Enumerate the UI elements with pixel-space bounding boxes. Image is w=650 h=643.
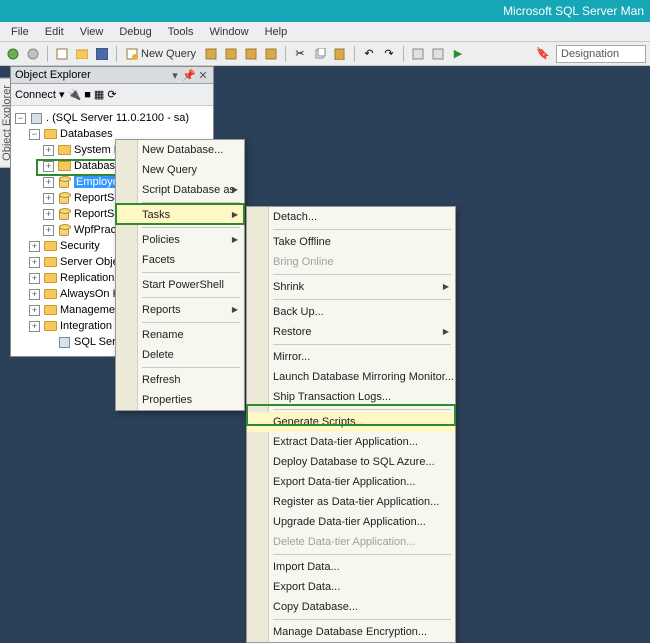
ctx-properties[interactable]: Properties (116, 390, 244, 410)
find-icon[interactable]: 🔖 (534, 45, 552, 63)
undo-icon[interactable]: ↶ (360, 45, 378, 63)
ctx-reports[interactable]: Reports (116, 300, 244, 320)
objexp-tb-3[interactable]: ▦ (94, 88, 104, 101)
ctx-tasks[interactable]: Tasks (116, 205, 244, 225)
menu-file[interactable]: File (4, 24, 36, 40)
objexp-toolbar: Connect ▾ 🔌 ■ ▦ ⟳ (11, 84, 213, 106)
task-generate-scripts[interactable]: Generate Scripts... (247, 412, 455, 432)
back-button[interactable] (4, 45, 22, 63)
tb-icon-4[interactable] (262, 45, 280, 63)
close-icon[interactable]: ✕ (197, 69, 209, 81)
ctx-powershell[interactable]: Start PowerShell (116, 275, 244, 295)
save-icon[interactable] (93, 45, 111, 63)
find-combo[interactable]: Designation (556, 45, 646, 63)
task-shrink[interactable]: Shrink (247, 277, 455, 297)
dropdown-icon[interactable]: ▾ (169, 69, 181, 81)
panel-caption: Object Explorer ▾ 📌 ✕ (11, 67, 213, 84)
task-import-data[interactable]: Import Data... (247, 557, 455, 577)
open-icon[interactable] (73, 45, 91, 63)
menu-debug[interactable]: Debug (112, 24, 158, 40)
task-manage-encryption[interactable]: Manage Database Encryption... (247, 622, 455, 642)
menu-window[interactable]: Window (202, 24, 255, 40)
objexp-tb-1[interactable]: 🔌 (68, 88, 82, 101)
forward-button[interactable] (24, 45, 42, 63)
ctx-policies[interactable]: Policies (116, 230, 244, 250)
app-title: Microsoft SQL Server Man (503, 4, 644, 18)
task-mirror[interactable]: Mirror... (247, 347, 455, 367)
tb-icon-2[interactable] (222, 45, 240, 63)
ctx-script-database[interactable]: Script Database as (116, 180, 244, 200)
menubar: File Edit View Debug Tools Window Help (0, 22, 650, 42)
ctx-refresh[interactable]: Refresh (116, 370, 244, 390)
task-register-dt[interactable]: Register as Data-tier Application... (247, 492, 455, 512)
task-delete-dt: Delete Data-tier Application... (247, 532, 455, 552)
task-backup[interactable]: Back Up... (247, 302, 455, 322)
menu-edit[interactable]: Edit (38, 24, 71, 40)
task-export-dt[interactable]: Export Data-tier Application... (247, 472, 455, 492)
task-detach[interactable]: Detach... (247, 207, 455, 227)
context-menu-database: New Database... New Query Script Databas… (115, 139, 245, 411)
ctx-facets[interactable]: Facets (116, 250, 244, 270)
ctx-new-query[interactable]: New Query (116, 160, 244, 180)
cut-icon[interactable]: ✂ (291, 45, 309, 63)
new-project-icon[interactable] (53, 45, 71, 63)
tb-icon-3[interactable] (242, 45, 260, 63)
menu-tools[interactable]: Tools (161, 24, 201, 40)
task-restore[interactable]: Restore (247, 322, 455, 342)
task-deploy-azure[interactable]: Deploy Database to SQL Azure... (247, 452, 455, 472)
task-bring-online: Bring Online (247, 252, 455, 272)
objexp-tb-2[interactable]: ■ (84, 89, 91, 101)
tb-icon-6[interactable] (429, 45, 447, 63)
ctx-new-database[interactable]: New Database... (116, 140, 244, 160)
tb-icon-5[interactable] (409, 45, 427, 63)
panel-title: Object Explorer (15, 69, 167, 81)
redo-icon[interactable]: ↷ (380, 45, 398, 63)
main-toolbar: New Query ✂ ↶ ↷ ▶ 🔖 Designation (0, 42, 650, 66)
task-copy-db[interactable]: Copy Database... (247, 597, 455, 617)
copy-icon[interactable] (311, 45, 329, 63)
task-extract-dt[interactable]: Extract Data-tier Application... (247, 432, 455, 452)
objexp-tb-4[interactable]: ⟳ (107, 88, 116, 101)
menu-view[interactable]: View (73, 24, 111, 40)
tb-icon-1[interactable] (202, 45, 220, 63)
task-upgrade-dt[interactable]: Upgrade Data-tier Application... (247, 512, 455, 532)
new-query-button[interactable]: New Query (122, 45, 200, 63)
menu-help[interactable]: Help (258, 24, 295, 40)
tree-root[interactable]: −. (SQL Server 11.0.2100 - sa) (13, 110, 211, 126)
window-titlebar: Microsoft SQL Server Man (0, 0, 650, 22)
ctx-rename[interactable]: Rename (116, 325, 244, 345)
paste-icon[interactable] (331, 45, 349, 63)
pin-icon[interactable]: 📌 (183, 69, 195, 81)
task-take-offline[interactable]: Take Offline (247, 232, 455, 252)
task-launch-mirroring[interactable]: Launch Database Mirroring Monitor... (247, 367, 455, 387)
ctx-delete[interactable]: Delete (116, 345, 244, 365)
task-export-data[interactable]: Export Data... (247, 577, 455, 597)
connect-button[interactable]: Connect ▾ (15, 88, 65, 101)
task-ship-logs[interactable]: Ship Transaction Logs... (247, 387, 455, 407)
context-menu-tasks: Detach... Take Offline Bring Online Shri… (246, 206, 456, 643)
play-icon[interactable]: ▶ (449, 45, 467, 63)
